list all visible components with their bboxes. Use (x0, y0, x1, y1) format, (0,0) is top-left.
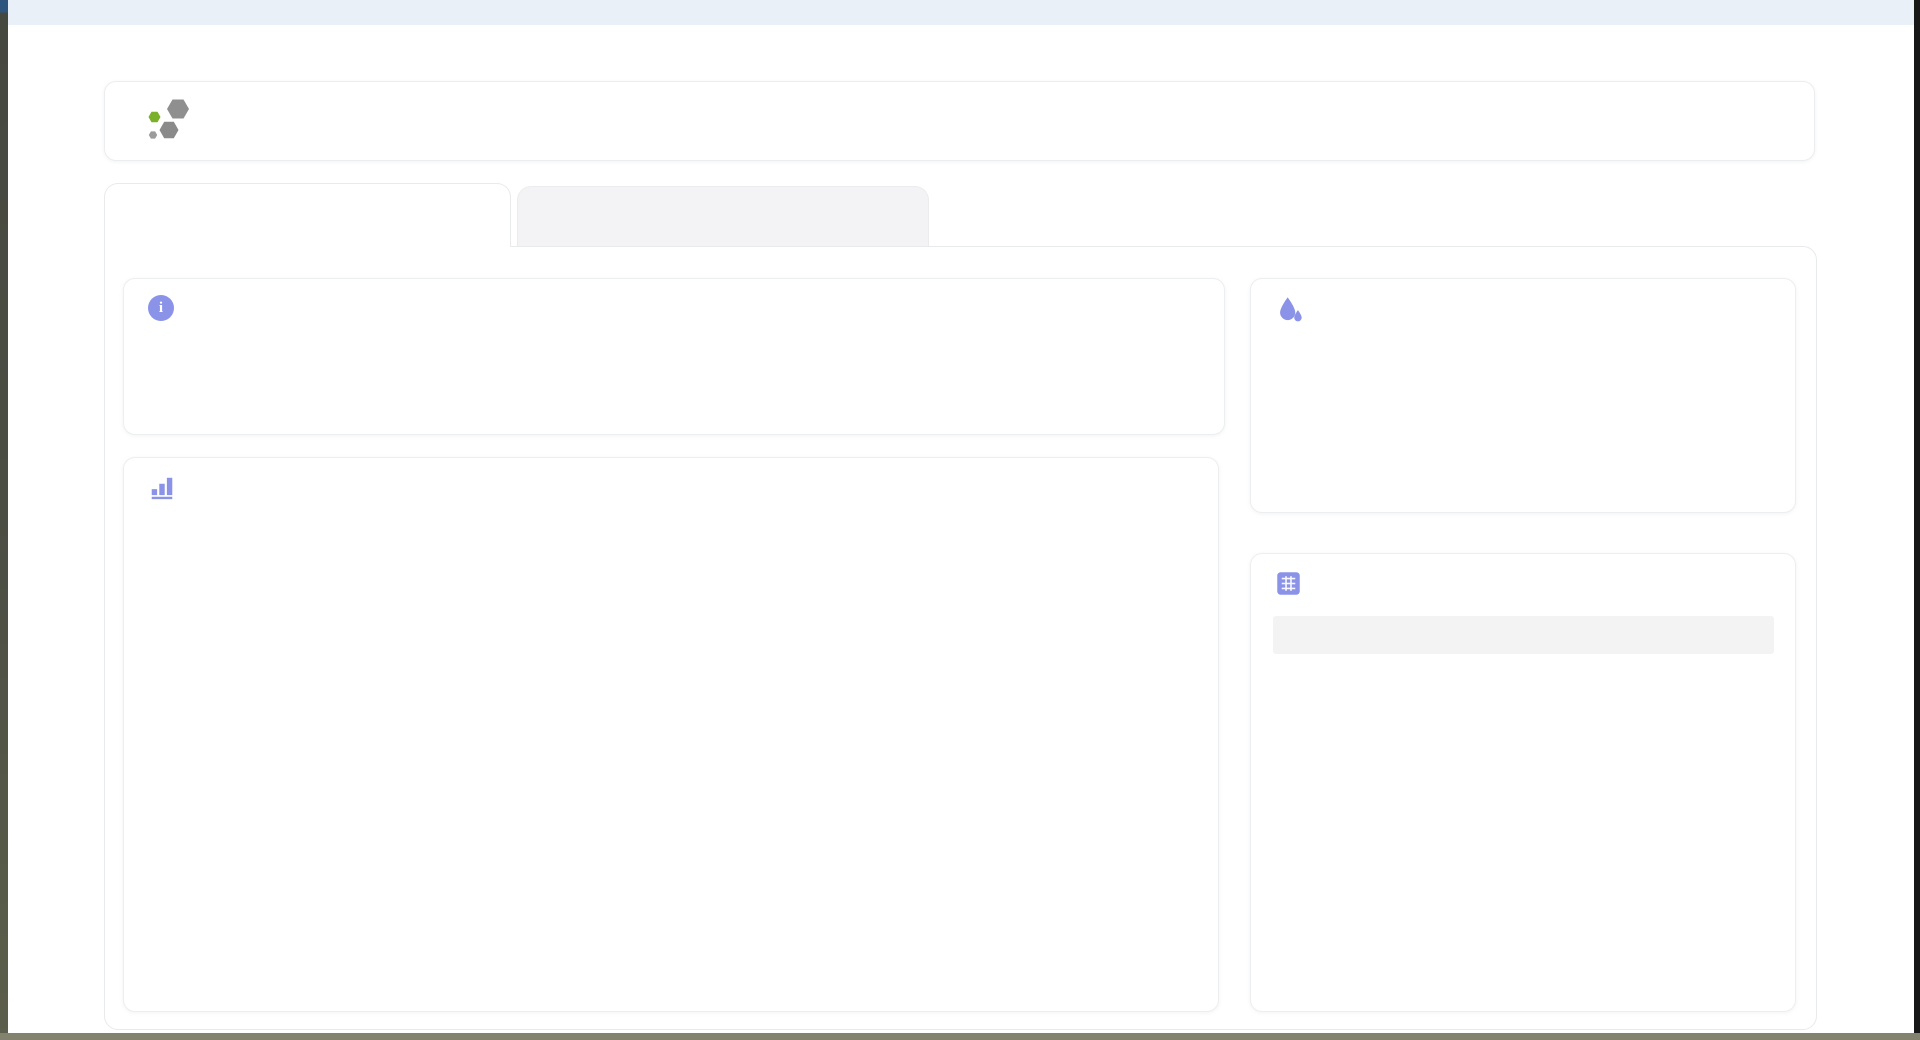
shear-viscosity-header (1275, 570, 1314, 597)
shear-viscosity-card (1250, 553, 1796, 1012)
window-titlebar (8, 0, 1914, 25)
close-icon[interactable] (1876, 1, 1900, 23)
viscosity-graph-card (123, 457, 1219, 1012)
result-tab-panel: i (104, 246, 1817, 1030)
droplets-icon (1280, 297, 1302, 322)
file-info-card: i (123, 278, 1225, 435)
desktop-edge-bottom (0, 1033, 1920, 1040)
graph-header (148, 474, 188, 500)
file-info-header: i (148, 295, 186, 321)
ubiosis-logo (145, 96, 203, 146)
shear-table-header-row (1273, 616, 1774, 654)
app-window: i (8, 25, 1914, 1033)
blood-viscosity-header (1275, 295, 1317, 323)
ubiosis-logo-mark-icon (148, 99, 189, 139)
viscosity-shear-rate-chart (124, 458, 1220, 1013)
tab-result[interactable] (104, 183, 511, 247)
app-header (104, 81, 1815, 161)
desktop-edge-right (1914, 0, 1920, 1040)
desktop-edge-left (0, 0, 8, 1040)
blood-viscosity-card (1250, 278, 1796, 513)
table-grid-icon (1277, 572, 1300, 595)
shear-viscosity-table (1273, 616, 1774, 656)
bar-chart-icon (151, 477, 173, 500)
info-icon: i (148, 295, 174, 321)
tab-raw-data[interactable] (517, 186, 929, 246)
